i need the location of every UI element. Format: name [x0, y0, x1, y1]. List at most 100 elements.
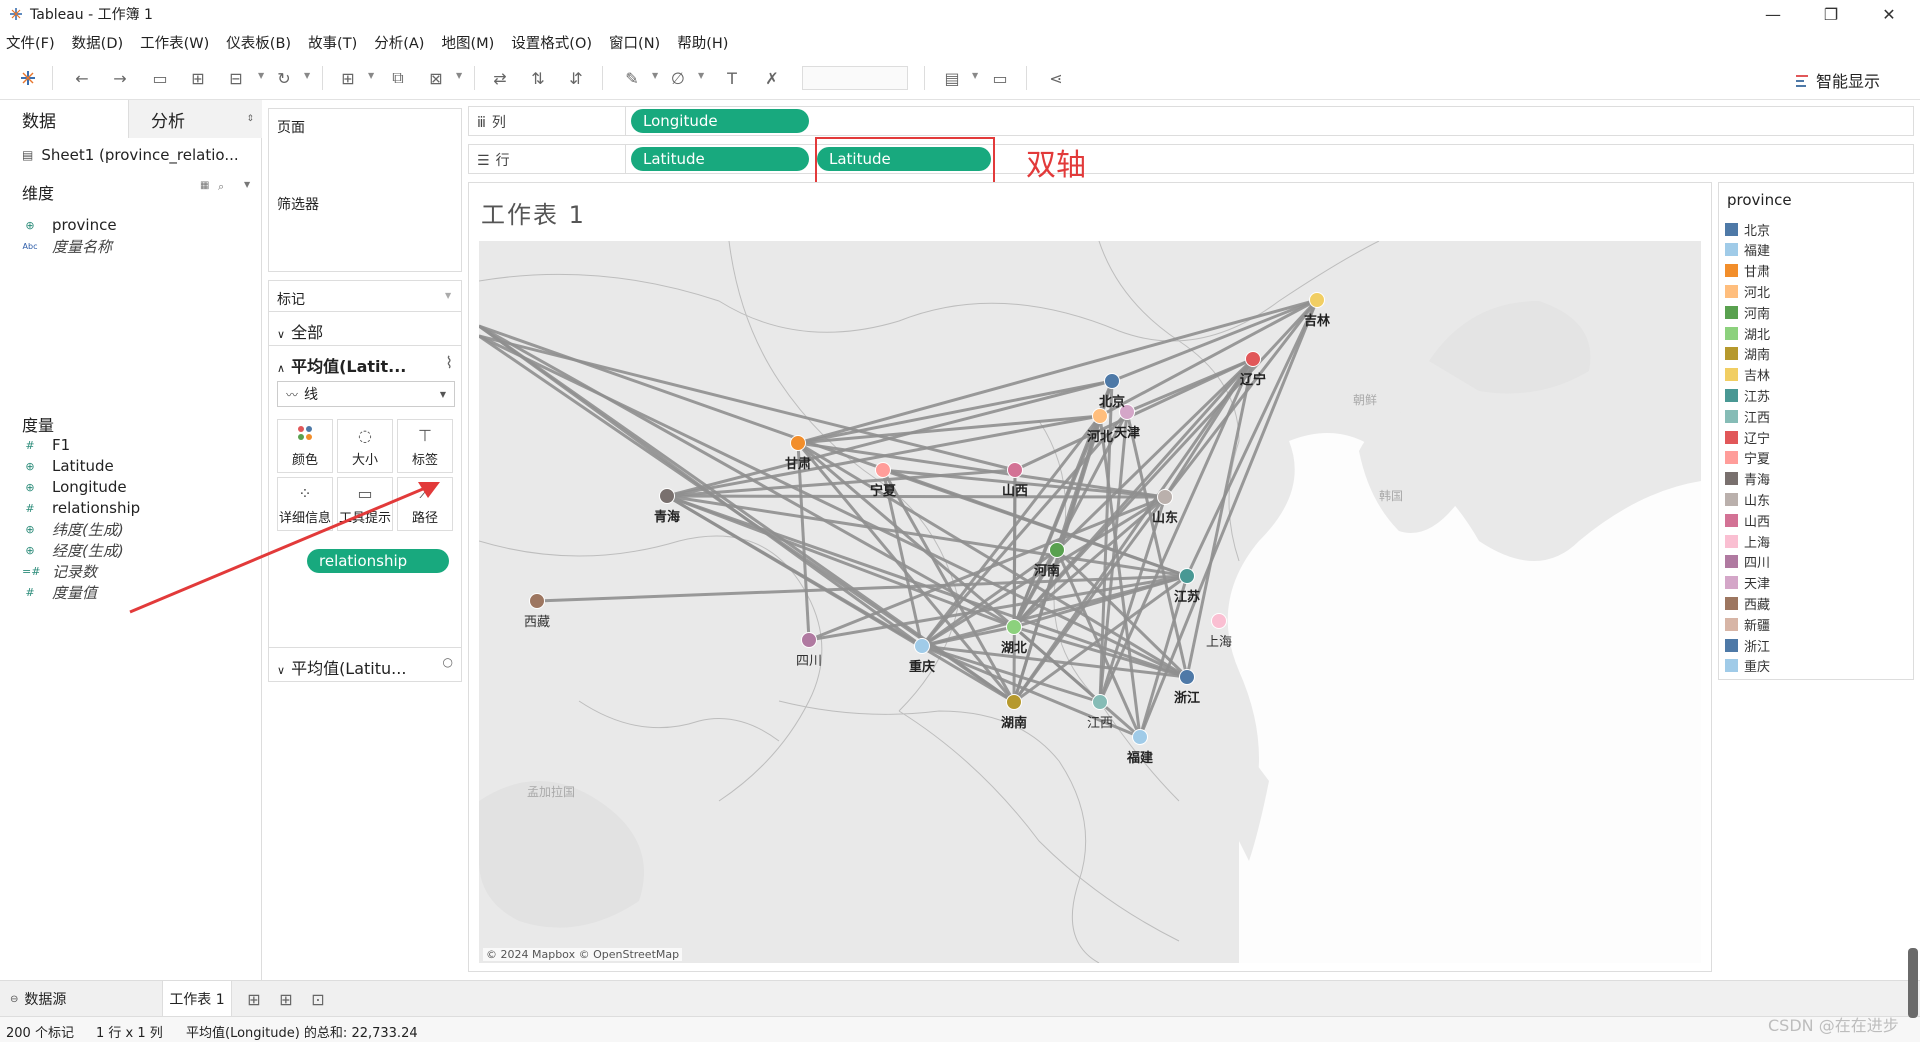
- menu-dashboard[interactable]: 仪表板(B): [226, 32, 291, 53]
- menu-file[interactable]: 文件(F): [6, 32, 55, 53]
- clear-sheet-icon[interactable]: ⊠: [424, 66, 448, 90]
- field-generated-latitude[interactable]: ⊕ 纬度(生成): [22, 518, 123, 540]
- share-icon[interactable]: ⋖: [1044, 66, 1068, 90]
- fit-dropdown[interactable]: [802, 66, 908, 90]
- latitude-pill-1[interactable]: Latitude: [631, 147, 809, 171]
- menu-analysis[interactable]: 分析(A): [374, 32, 424, 53]
- legend-item[interactable]: 河北: [1725, 281, 1770, 301]
- new-dashboard-icon[interactable]: ⊞: [274, 987, 298, 1011]
- close-button[interactable]: ✕: [1860, 0, 1918, 28]
- legend-item[interactable]: 河南: [1725, 302, 1770, 322]
- field-relationship[interactable]: # relationship: [22, 497, 140, 519]
- undo-icon[interactable]: ←: [70, 66, 94, 90]
- dropdown-arrow-icon[interactable]: ▼: [258, 71, 264, 80]
- sort-descending-icon[interactable]: ⇵: [564, 66, 588, 90]
- columns-shelf[interactable]: ⅲ列 Longitude: [468, 106, 1914, 136]
- chevron-down-icon[interactable]: ▼: [244, 180, 250, 189]
- new-worksheet-icon[interactable]: ⊞: [336, 66, 360, 90]
- datasource-item[interactable]: ▤ Sheet1 (province_relatio...: [22, 146, 239, 164]
- tab-analysis[interactable]: 分析 ⇕: [128, 100, 262, 138]
- marks-layer-1-header[interactable]: ∧ 平均值(Latit... ⌇: [277, 353, 453, 377]
- datasource-tab[interactable]: ⊖ 数据源: [10, 981, 66, 1017]
- redo-icon[interactable]: →: [108, 66, 132, 90]
- label-button[interactable]: ⊤ 标签: [397, 419, 453, 473]
- menu-worksheet[interactable]: 工作表(W): [140, 32, 209, 53]
- dropdown-arrow-icon[interactable]: ▼: [368, 71, 374, 80]
- new-worksheet-icon[interactable]: ⊞: [242, 987, 266, 1011]
- map-copyright[interactable]: © 2024 Mapbox © OpenStreetMap: [483, 948, 683, 961]
- show-mark-labels-icon[interactable]: T: [720, 66, 744, 90]
- menu-data[interactable]: 数据(D): [72, 32, 123, 53]
- refresh-icon[interactable]: ↻: [272, 66, 296, 90]
- path-relationship-pill[interactable]: relationship: [307, 549, 449, 573]
- fix-axes-icon[interactable]: ✗: [760, 66, 784, 90]
- legend-item[interactable]: 上海: [1725, 531, 1770, 551]
- tooltip-button[interactable]: ▭ 工具提示: [337, 477, 393, 531]
- sort-ascending-icon[interactable]: ⇅: [526, 66, 550, 90]
- legend-item[interactable]: 福建: [1725, 240, 1770, 260]
- legend-item[interactable]: 山西: [1725, 510, 1770, 530]
- new-story-icon[interactable]: ⊡: [306, 987, 330, 1011]
- filters-card[interactable]: 筛选器: [268, 180, 462, 272]
- dropdown-arrow-icon[interactable]: ▼: [698, 71, 704, 80]
- marks-layer-2-header[interactable]: ∨ 平均值(Latitu... ○: [277, 655, 453, 679]
- pages-card[interactable]: 页面: [268, 108, 462, 188]
- field-f1[interactable]: # F1: [22, 434, 70, 456]
- dropdown-arrow-icon[interactable]: ▼: [456, 71, 462, 80]
- marks-all-row[interactable]: ∨ 全部: [277, 319, 323, 343]
- maximize-button[interactable]: ❐: [1802, 0, 1860, 28]
- legend-item[interactable]: 辽宁: [1725, 427, 1770, 447]
- field-generated-longitude[interactable]: ⊕ 经度(生成): [22, 539, 123, 561]
- tab-data[interactable]: 数据: [0, 100, 128, 138]
- legend-item[interactable]: 重庆: [1725, 656, 1770, 676]
- field-longitude[interactable]: ⊕ Longitude: [22, 476, 126, 498]
- show-me-button[interactable]: 智能显示: [1796, 68, 1880, 92]
- menu-window[interactable]: 窗口(N): [609, 32, 660, 53]
- search-icon[interactable]: ⌕: [218, 180, 224, 194]
- rows-shelf[interactable]: ☰ 行 Latitude Latitude: [468, 144, 1914, 174]
- minimize-button[interactable]: —: [1744, 0, 1802, 28]
- field-latitude[interactable]: ⊕ Latitude: [22, 455, 113, 477]
- map-view[interactable]: 北京 天津 河北 辽宁 吉林 甘肃 宁夏 山西 青海 山东 河南 江苏 上海 西藏 四川 重庆 湖北 湖南 江西 浙江…: [479, 241, 1701, 963]
- save-icon[interactable]: ▭: [148, 66, 172, 90]
- detail-button[interactable]: ⁘ 详细信息: [277, 477, 333, 531]
- swap-rows-columns-icon[interactable]: ⇄: [488, 66, 512, 90]
- legend-item[interactable]: 四川: [1725, 552, 1770, 572]
- field-province[interactable]: ⊕ province: [22, 214, 116, 236]
- chevron-down-icon[interactable]: ▼: [445, 291, 451, 300]
- legend-item[interactable]: 天津: [1725, 573, 1770, 593]
- highlight-icon[interactable]: ✎: [620, 66, 644, 90]
- legend-item[interactable]: 北京: [1725, 219, 1770, 239]
- field-record-count[interactable]: =# 记录数: [22, 560, 97, 582]
- longitude-pill[interactable]: Longitude: [631, 109, 809, 133]
- sheet-tab-active[interactable]: 工作表 1: [162, 981, 232, 1017]
- color-button[interactable]: 颜色: [277, 419, 333, 473]
- presentation-mode-icon[interactable]: ▭: [988, 66, 1012, 90]
- tableau-home-icon[interactable]: [16, 66, 40, 90]
- pause-updates-icon[interactable]: ⊟: [224, 66, 248, 90]
- menu-help[interactable]: 帮助(H): [677, 32, 728, 53]
- legend-item[interactable]: 江西: [1725, 406, 1770, 426]
- path-button[interactable]: ⟋ 路径: [397, 477, 453, 531]
- legend-item[interactable]: 吉林: [1725, 365, 1770, 385]
- menu-format[interactable]: 设置格式(O): [511, 32, 592, 53]
- legend-item[interactable]: 甘肃: [1725, 261, 1770, 281]
- menu-map[interactable]: 地图(M): [441, 32, 494, 53]
- legend-item[interactable]: 浙江: [1725, 635, 1770, 655]
- size-button[interactable]: ◌ 大小: [337, 419, 393, 473]
- legend-item[interactable]: 湖北: [1725, 323, 1770, 343]
- menu-story[interactable]: 故事(T): [308, 32, 357, 53]
- dropdown-arrow-icon[interactable]: ▼: [652, 71, 658, 80]
- group-members-icon[interactable]: ∅: [666, 66, 690, 90]
- legend-item[interactable]: 青海: [1725, 469, 1770, 489]
- dropdown-arrow-icon[interactable]: ▼: [304, 71, 310, 80]
- scrollbar-thumb[interactable]: [1908, 948, 1918, 1018]
- grid-view-icon[interactable]: ▦: [200, 180, 209, 191]
- field-measure-values[interactable]: # 度量值: [22, 581, 97, 603]
- legend-item[interactable]: 山东: [1725, 489, 1770, 509]
- mark-type-dropdown[interactable]: 〰 线 ▼: [277, 381, 455, 407]
- show-cards-icon[interactable]: ▤: [940, 66, 964, 90]
- new-datasource-icon[interactable]: ⊞: [186, 66, 210, 90]
- legend-item[interactable]: 西藏: [1725, 593, 1770, 613]
- legend-item[interactable]: 宁夏: [1725, 448, 1770, 468]
